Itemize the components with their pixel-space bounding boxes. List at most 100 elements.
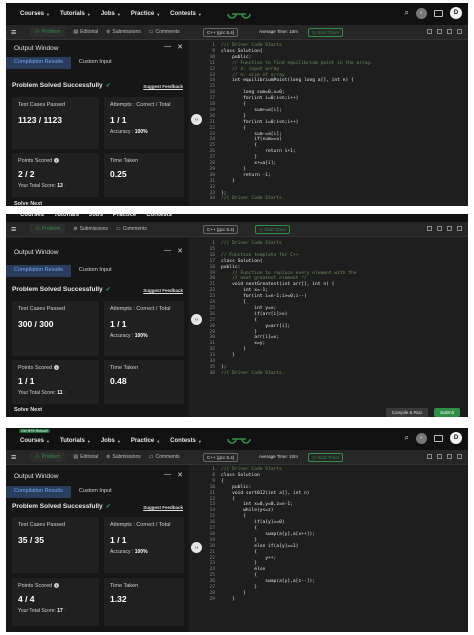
- nav-practice[interactable]: Practice: [113, 214, 136, 218]
- nav-practice[interactable]: Practice ▼: [131, 11, 160, 17]
- hamburger-icon[interactable]: ≡: [11, 27, 16, 37]
- nav-contests[interactable]: Contests: [146, 214, 172, 218]
- language-select[interactable]: C++ (gcc 5.4): [203, 225, 239, 234]
- code-line[interactable]: 14 int equilibriumPoint(long long a[], i…: [203, 78, 353, 84]
- suggest-feedback-link[interactable]: Suggest Feedback: [143, 505, 183, 510]
- info-icon[interactable]: i: [54, 365, 60, 370]
- nav-courses[interactable]: Courses ▼: [20, 11, 50, 17]
- minimize-icon[interactable]: —: [164, 43, 171, 51]
- hamburger-icon[interactable]: ≡: [11, 224, 16, 234]
- tab-editorial[interactable]: ▤ Editorial: [73, 452, 98, 462]
- tab-comments[interactable]: ▭ Comments: [149, 452, 180, 462]
- copy-icon[interactable]: [427, 226, 432, 231]
- code-line[interactable]: 36 //{ Driver Code Starts.: [203, 371, 284, 377]
- nav-jobs[interactable]: Jobs ▼: [101, 438, 121, 444]
- nav-contests-label: Contests: [170, 11, 196, 17]
- tab-editorial[interactable]: ▤ Editorial: [73, 27, 98, 37]
- nav-tutorials[interactable]: Tutorials ▼: [60, 438, 91, 444]
- tab-comments[interactable]: ▭ Comments: [116, 224, 147, 234]
- language-select[interactable]: C++ (gcc 5.4): [203, 453, 239, 462]
- copy-icon[interactable]: [427, 454, 432, 459]
- suggest-feedback-link[interactable]: Suggest Feedback: [143, 288, 183, 293]
- code-text: if(arr[i]>x): [221, 311, 288, 317]
- tab-submissions[interactable]: ⊚ Submissions: [106, 27, 141, 37]
- tab-problem[interactable]: ‹/› Problem: [30, 452, 66, 462]
- theme-toggle-icon[interactable]: ◐: [416, 432, 427, 444]
- language-select[interactable]: C++ (gcc 5.4): [203, 28, 239, 37]
- code-text: }: [221, 347, 246, 353]
- submit-button[interactable]: Submit: [433, 408, 460, 417]
- tab-custom-input[interactable]: Custom Input: [71, 265, 120, 277]
- resize-handle-icon[interactable]: ‹›: [191, 114, 202, 125]
- solve-next-button[interactable]: Solve Next: [14, 407, 42, 413]
- hamburger-icon[interactable]: ≡: [11, 452, 16, 462]
- nav-practice[interactable]: Practice ▼: [131, 438, 160, 444]
- solve-next-button[interactable]: Solve Next: [14, 201, 42, 206]
- code-text: {: [221, 125, 246, 131]
- nav-jobs[interactable]: Jobs ▼: [101, 11, 121, 17]
- gfg-logo-icon[interactable]: [226, 8, 252, 20]
- points-label: Points Scored i: [18, 158, 93, 164]
- tab-compilation-results[interactable]: Compilation Results: [6, 486, 71, 498]
- reset-icon[interactable]: [437, 454, 442, 459]
- resize-handle-icon[interactable]: ‹›: [191, 542, 202, 553]
- nav-jobs[interactable]: Jobs: [89, 214, 103, 218]
- minimize-icon[interactable]: —: [164, 247, 171, 255]
- tab-submissions[interactable]: ⊚ Submissions: [106, 452, 141, 462]
- start-timer-button[interactable]: ◷ Start Timer: [308, 453, 344, 462]
- nav-courses[interactable]: Courses ▼: [20, 438, 50, 444]
- fullscreen-icon[interactable]: [457, 29, 462, 34]
- minimize-icon[interactable]: —: [164, 471, 171, 479]
- copy-icon[interactable]: [427, 29, 432, 34]
- nav-tutorials[interactable]: Tutorials ▼: [60, 11, 91, 17]
- tab-custom-input[interactable]: Custom Input: [71, 57, 120, 69]
- notifications-icon[interactable]: [434, 434, 443, 442]
- start-timer-button[interactable]: ◷ Start Timer: [308, 28, 344, 37]
- tab-custom-input[interactable]: Custom Input: [71, 486, 120, 498]
- code-line[interactable]: 29 }: [203, 597, 234, 603]
- tab-comments[interactable]: ▭ Comments: [149, 27, 180, 37]
- tab-problem[interactable]: ‹/› Problem: [30, 27, 66, 37]
- search-icon[interactable]: ⌕: [405, 8, 409, 18]
- fullscreen-icon[interactable]: [457, 454, 462, 459]
- settings-icon[interactable]: [447, 226, 452, 231]
- nav-tutorials[interactable]: Tutorials: [54, 214, 79, 218]
- tab-problem[interactable]: ‹/› Problem: [30, 224, 66, 234]
- notifications-icon[interactable]: [434, 9, 443, 17]
- settings-icon[interactable]: [447, 454, 452, 459]
- comments-icon: ▭: [148, 29, 154, 35]
- tab-compilation-results[interactable]: Compilation Results: [6, 57, 71, 69]
- reset-icon[interactable]: [437, 226, 442, 231]
- nav-courses[interactable]: Courses: [20, 214, 44, 218]
- code-editor[interactable]: 1//{ Driver Code Starts 8 class Solution 9{…: [203, 465, 468, 632]
- avatar[interactable]: D: [450, 432, 462, 444]
- start-timer-button[interactable]: ◷ Start Timer: [255, 225, 291, 234]
- close-icon[interactable]: ✕: [177, 247, 183, 255]
- code-text: public:: [221, 264, 241, 270]
- resize-handle-icon[interactable]: ‹›: [191, 314, 202, 325]
- code-editor[interactable]: 1//{ Driver Code Starts 15 16// Function t…: [203, 238, 468, 403]
- gfg-logo-icon[interactable]: [226, 433, 252, 445]
- fullscreen-icon[interactable]: [457, 226, 462, 231]
- tab-compilation-results[interactable]: Compilation Results: [6, 265, 71, 277]
- refund-badge[interactable]: Get 90% Refund!: [19, 429, 50, 433]
- avatar[interactable]: D: [450, 7, 462, 19]
- tab-submissions[interactable]: ⊚ Submissions: [73, 224, 108, 234]
- code-editor[interactable]: 1//{ Driver Code Starts 9 class Solution{1…: [203, 40, 468, 206]
- theme-toggle-icon[interactable]: ◐: [416, 7, 427, 19]
- search-icon[interactable]: ⌕: [405, 433, 409, 443]
- code-text: {: [221, 514, 246, 520]
- code-line[interactable]: 34 //{ Driver Code Starts.: [203, 196, 284, 202]
- suggest-feedback-link[interactable]: Suggest Feedback: [143, 84, 183, 89]
- info-icon[interactable]: i: [54, 583, 60, 588]
- average-time: Average Time: 10m: [259, 29, 298, 34]
- close-icon[interactable]: ✕: [177, 471, 183, 479]
- points-label: Points Scored i: [18, 583, 93, 589]
- reset-icon[interactable]: [437, 29, 442, 34]
- close-icon[interactable]: ✕: [177, 43, 183, 51]
- info-icon[interactable]: i: [54, 158, 60, 163]
- nav-contests[interactable]: Contests ▼: [170, 11, 202, 17]
- settings-icon[interactable]: [447, 29, 452, 34]
- compile-run-button[interactable]: Compile & Run: [385, 408, 428, 417]
- nav-contests[interactable]: Contests ▼: [170, 438, 202, 444]
